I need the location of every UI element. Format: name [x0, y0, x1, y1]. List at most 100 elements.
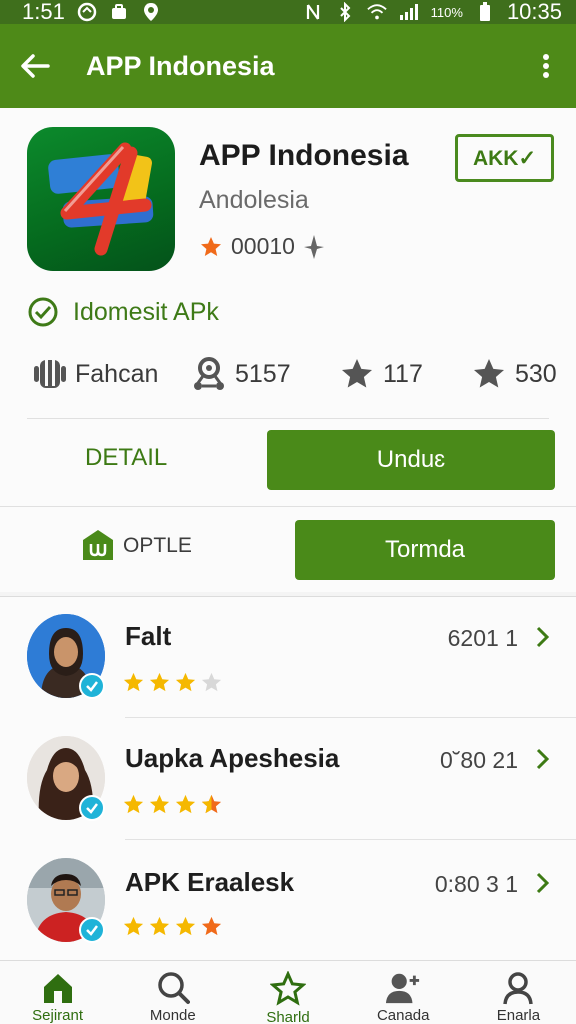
- akk-button[interactable]: AKK✓: [455, 134, 554, 182]
- stat-value: 117: [383, 359, 423, 388]
- nav-item-search[interactable]: Monde: [115, 961, 230, 1024]
- download-button[interactable]: Unduɛ: [267, 430, 555, 490]
- star-icon: [175, 916, 196, 936]
- star-empty-icon: [201, 672, 222, 692]
- verified-row: Idomesit APk: [27, 296, 219, 328]
- list-item[interactable]: Falt 6201 1: [0, 597, 576, 719]
- rating-count: 00010: [231, 233, 295, 259]
- battery-level: 110%: [430, 4, 463, 20]
- detail-button[interactable]: DETAIL: [85, 444, 167, 472]
- battery-icon: [475, 2, 495, 22]
- nav-item-profile[interactable]: Enarla: [461, 961, 576, 1024]
- status-left: 1:51: [22, 0, 161, 25]
- nav-label: Enarla: [496, 1007, 541, 1024]
- secondary-action-button[interactable]: Tormda: [295, 520, 555, 580]
- star-icon: [149, 916, 170, 936]
- star-icon: [123, 916, 144, 936]
- option-button[interactable]: OPTLE: [81, 528, 192, 564]
- review-value: 0˘80 21: [439, 747, 518, 773]
- option-label: OPTLE: [123, 534, 192, 557]
- signal-icon: [399, 2, 419, 22]
- star-icon: [123, 794, 144, 814]
- stat-stars-b: 530: [471, 356, 557, 392]
- chevron-right-icon: [536, 626, 550, 648]
- mute-icon: [303, 2, 323, 22]
- divider: [125, 717, 576, 718]
- sync-icon: [77, 2, 97, 22]
- star-icon: [149, 672, 170, 692]
- review-stars: [122, 793, 223, 816]
- stat-value: 5157: [235, 359, 291, 388]
- verified-badge-icon: [79, 917, 105, 943]
- app-name: APP Indonesia: [199, 139, 409, 172]
- divider: [125, 839, 576, 840]
- location-icon: [141, 2, 161, 22]
- app-bar-title: APP Indonesia: [86, 50, 275, 81]
- stat-value: 530: [515, 359, 557, 388]
- review-stars: [122, 671, 223, 694]
- store-icon: [83, 530, 113, 560]
- verified-badge-icon: [79, 795, 105, 821]
- nav-item-people[interactable]: Canada: [346, 961, 461, 1024]
- app-logo: [27, 127, 175, 271]
- star-icon: [149, 794, 170, 814]
- star-icon: [474, 359, 504, 388]
- stat-value: Fahcan: [75, 359, 159, 388]
- status-right: 110% 10:35: [303, 0, 562, 25]
- bluetooth-icon: [335, 2, 355, 22]
- verified-label: Idomesit APk: [73, 297, 219, 326]
- arrow-back-icon: [21, 54, 50, 78]
- search-icon: [155, 971, 191, 1005]
- nav-label: Monde: [149, 1007, 196, 1024]
- wifi-icon: [366, 2, 387, 22]
- more-options-button[interactable]: [534, 48, 558, 84]
- nav-label: Sharld: [266, 1009, 310, 1024]
- profile-icon: [500, 971, 536, 1005]
- sparkle-icon: [303, 234, 324, 259]
- android-icon: [34, 360, 66, 388]
- app-bar: APP Indonesia: [0, 24, 576, 108]
- divider: [0, 506, 576, 507]
- network-icon: [194, 357, 224, 390]
- app-details-screen: 1:51 110% 10:35 APP Indonesia APP Indone…: [0, 0, 576, 1024]
- star-icon: [175, 794, 196, 814]
- divider: [27, 418, 549, 419]
- nav-label: Sejirant: [32, 1007, 84, 1024]
- nav-item-home[interactable]: Sejirant: [0, 961, 115, 1024]
- review-value: 6201 1: [447, 625, 518, 651]
- status-time-right: 10:35: [506, 0, 562, 24]
- list-item[interactable]: APK Eraalesk 0:80 3 1: [0, 841, 576, 963]
- review-name: Falt: [125, 621, 172, 651]
- review-stars: [122, 915, 223, 938]
- star-icon: [175, 672, 196, 692]
- review-name: APK Eraalesk: [125, 867, 295, 897]
- star-icon: [201, 236, 221, 256]
- rating-row: 00010: [199, 233, 325, 260]
- bottom-navigation: Sejirant Monde Sharld Canada Enarla: [0, 960, 576, 1024]
- status-time-left: 1:51: [22, 0, 65, 24]
- review-list: Falt 6201 1 Uapka Apeshesia 0˘80 21 APK …: [0, 596, 576, 960]
- add-person-icon: [385, 971, 421, 1005]
- bag-icon: [109, 2, 129, 22]
- stat-android: Fahcan: [33, 356, 158, 392]
- list-item[interactable]: Uapka Apeshesia 0˘80 21: [0, 719, 576, 841]
- check-circle-icon: [28, 297, 58, 327]
- status-bar: 1:51 110% 10:35: [0, 0, 576, 24]
- more-vert-icon: [543, 54, 549, 78]
- stat-network: 5157: [191, 356, 291, 392]
- nav-item-favorites[interactable]: Sharld: [230, 961, 345, 1024]
- star-icon: [123, 672, 144, 692]
- star-outline-icon: [270, 971, 306, 1007]
- chevron-right-icon: [536, 872, 550, 894]
- app-header-card: APP Indonesia Andolesia 00010 AKK✓ Idome…: [0, 108, 576, 592]
- star-icon: [201, 916, 222, 936]
- star-half-icon: [201, 794, 222, 814]
- review-value: 0:80 3 1: [434, 871, 518, 897]
- back-button[interactable]: [18, 49, 52, 83]
- home-icon: [40, 971, 76, 1005]
- stat-stars-a: 117: [339, 356, 423, 392]
- star-icon: [342, 359, 372, 388]
- chevron-right-icon: [536, 748, 550, 770]
- stats-row: Fahcan 5157 117 530: [27, 356, 557, 396]
- review-name: Uapka Apeshesia: [125, 743, 340, 773]
